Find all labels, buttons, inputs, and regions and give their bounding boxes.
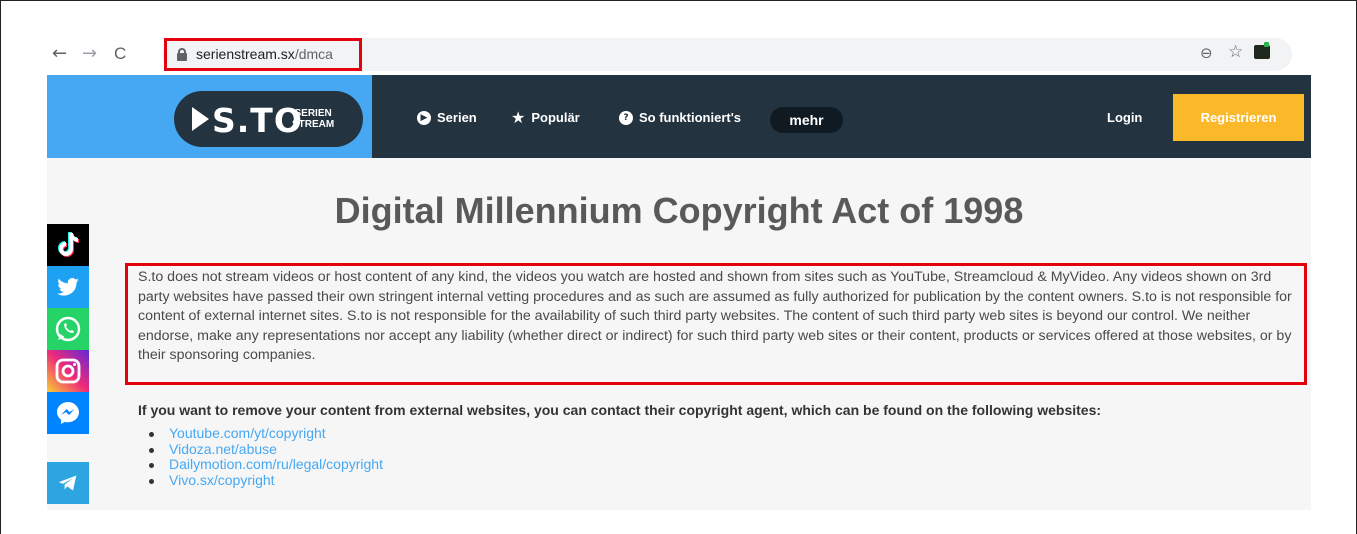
question-circle-icon: ? bbox=[619, 110, 633, 125]
site-header: S.TO SERIEN STREAM ▶ Serien ★ Populär ? … bbox=[47, 75, 1311, 158]
bookmark-star-icon[interactable]: ☆ bbox=[1228, 42, 1243, 62]
nav-serien-label: Serien bbox=[437, 110, 477, 125]
more-button[interactable]: mehr bbox=[770, 107, 843, 133]
extension-icon[interactable] bbox=[1254, 42, 1270, 59]
nav-how-it-works[interactable]: ? So funktioniert's bbox=[619, 110, 741, 125]
site-logo[interactable]: S.TO SERIEN STREAM bbox=[174, 91, 363, 147]
tiktok-icon bbox=[58, 232, 79, 257]
link-youtube[interactable]: Youtube.com/yt/copyright bbox=[149, 425, 383, 442]
nav-popular[interactable]: ★ Populär bbox=[511, 107, 580, 127]
link-dailymotion[interactable]: Dailymotion.com/ru/legal/copyright bbox=[149, 456, 383, 473]
page-title: Digital Millennium Copyright Act of 1998 bbox=[334, 190, 1024, 231]
removal-heading: If you want to remove your content from … bbox=[138, 402, 1102, 418]
twitter-share-button[interactable] bbox=[47, 266, 89, 308]
star-icon: ★ bbox=[511, 107, 526, 127]
instagram-icon bbox=[55, 358, 81, 384]
messenger-share-button[interactable] bbox=[47, 392, 89, 434]
play-triangle-icon bbox=[192, 107, 209, 131]
telegram-share-button[interactable] bbox=[47, 462, 89, 504]
link-vivo[interactable]: Vivo.sx/copyright bbox=[149, 472, 383, 489]
register-button[interactable]: Registrieren bbox=[1173, 94, 1304, 141]
logo-subtitle: SERIEN STREAM bbox=[292, 108, 334, 130]
nav-how-it-works-label: So funktioniert's bbox=[639, 110, 742, 125]
logo-text: S.TO bbox=[212, 101, 303, 140]
logo-sub-line1: SERIEN bbox=[294, 108, 332, 119]
twitter-icon bbox=[57, 278, 79, 296]
forward-icon[interactable]: → bbox=[82, 44, 97, 64]
telegram-icon bbox=[58, 475, 77, 491]
login-link[interactable]: Login bbox=[1107, 110, 1142, 125]
whatsapp-share-button[interactable] bbox=[47, 308, 89, 350]
logo-sub-line2: STREAM bbox=[292, 119, 335, 130]
link-vidoza[interactable]: Vidoza.net/abuse bbox=[149, 441, 383, 458]
whatsapp-icon bbox=[55, 316, 81, 342]
nav-serien[interactable]: ▶ Serien bbox=[417, 110, 477, 125]
copyright-links: Youtube.com/yt/copyright Vidoza.net/abus… bbox=[149, 425, 383, 489]
back-icon[interactable]: ← bbox=[52, 44, 67, 64]
messenger-icon bbox=[57, 402, 79, 424]
disclaimer-highlight-box bbox=[125, 263, 1307, 385]
zoom-icon[interactable]: ⊖ bbox=[1200, 44, 1213, 62]
instagram-share-button[interactable] bbox=[47, 350, 89, 392]
tiktok-share-button[interactable] bbox=[47, 224, 89, 266]
reload-icon[interactable]: C bbox=[114, 44, 126, 64]
url-highlight-box bbox=[164, 38, 362, 71]
play-circle-icon: ▶ bbox=[417, 110, 431, 125]
brand-block: S.TO SERIEN STREAM bbox=[47, 75, 372, 158]
nav-popular-label: Populär bbox=[531, 110, 580, 125]
